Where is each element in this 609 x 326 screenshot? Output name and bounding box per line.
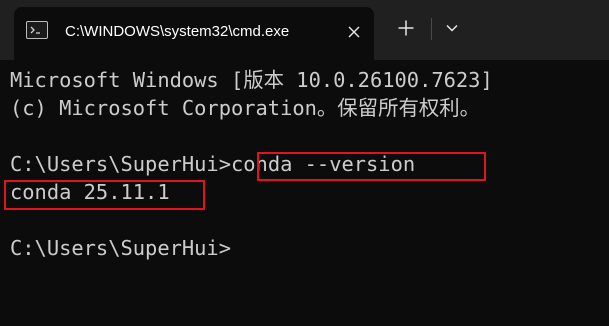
tab-cmd[interactable]: C:\WINDOWS\system32\cmd.exe — [14, 7, 374, 60]
terminal-line: Microsoft Windows [版本 10.0.26100.7623] — [10, 68, 493, 92]
plus-icon[interactable] — [392, 14, 420, 42]
output-highlight-box — [4, 180, 205, 210]
prompt: C:\Users\SuperHui> — [10, 152, 231, 176]
current-prompt: C:\Users\SuperHui> — [10, 236, 231, 260]
cmd-icon — [26, 21, 48, 39]
tab-title: C:\WINDOWS\system32\cmd.exe — [65, 23, 290, 40]
tab-separator — [431, 18, 432, 40]
command-highlight-box — [257, 152, 486, 181]
terminal-line: (c) Microsoft Corporation。保留所有权利。 — [10, 96, 481, 120]
chevron-down-icon[interactable] — [438, 14, 466, 42]
close-icon[interactable] — [341, 19, 367, 45]
terminal-window: C:\WINDOWS\system32\cmd.exe Microsoft Wi… — [0, 0, 609, 326]
terminal-output[interactable]: Microsoft Windows [版本 10.0.26100.7623] (… — [0, 60, 609, 326]
tab-bar: C:\WINDOWS\system32\cmd.exe — [0, 0, 609, 60]
